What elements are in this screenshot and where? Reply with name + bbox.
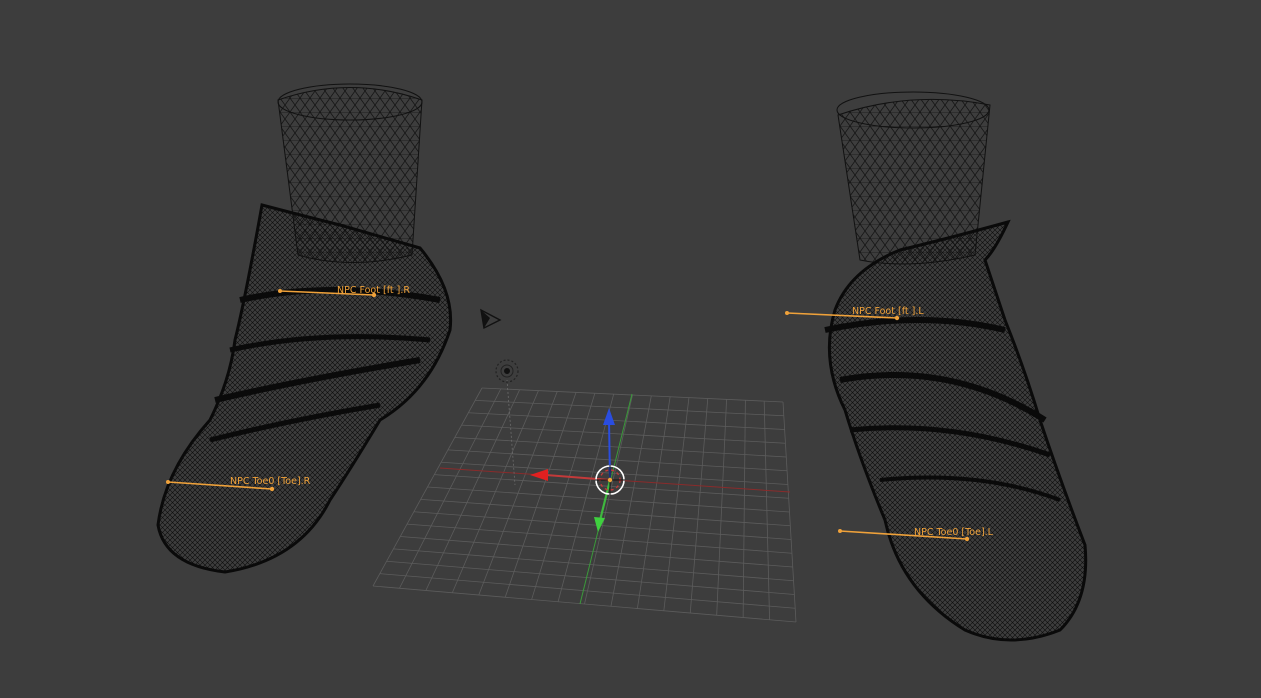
bone-label-toe-l: NPC Toe0 [Toe].L — [914, 527, 994, 538]
lamp-icon[interactable] — [495, 359, 519, 383]
grid-line — [413, 511, 792, 540]
bone-label-toe-r: NPC Toe0 [Toe].R — [230, 476, 311, 487]
grid-line — [689, 398, 709, 614]
mesh-foot-right[interactable] — [156, 83, 453, 574]
transform-gizmo-icon[interactable] — [530, 408, 615, 532]
grid-line — [663, 397, 690, 611]
grid-line — [610, 395, 652, 607]
bone-label-foot-l: NPC Foot [ft ].L — [852, 306, 924, 317]
bone-label-foot-r: NPC Foot [ft ].R — [337, 285, 410, 296]
viewport-scene[interactable]: NPC Foot [ft ].R NPC Toe0 [Toe].R NPC Fo… — [0, 0, 1261, 698]
mesh-foot-left[interactable] — [824, 91, 1088, 642]
grid-line — [636, 396, 671, 609]
grid-line — [393, 548, 794, 582]
3d-viewport[interactable]: NPC Foot [ft ].R NPC Toe0 [Toe].R NPC Fo… — [0, 0, 1261, 698]
grid-line — [420, 498, 791, 527]
3d-cursor-icon[interactable] — [595, 465, 625, 495]
lamp-ray — [506, 379, 516, 486]
grid-line — [379, 573, 796, 609]
grid-line — [386, 560, 795, 595]
grid-line — [400, 536, 793, 568]
camera-icon[interactable] — [480, 308, 502, 330]
grid-line — [372, 585, 797, 623]
